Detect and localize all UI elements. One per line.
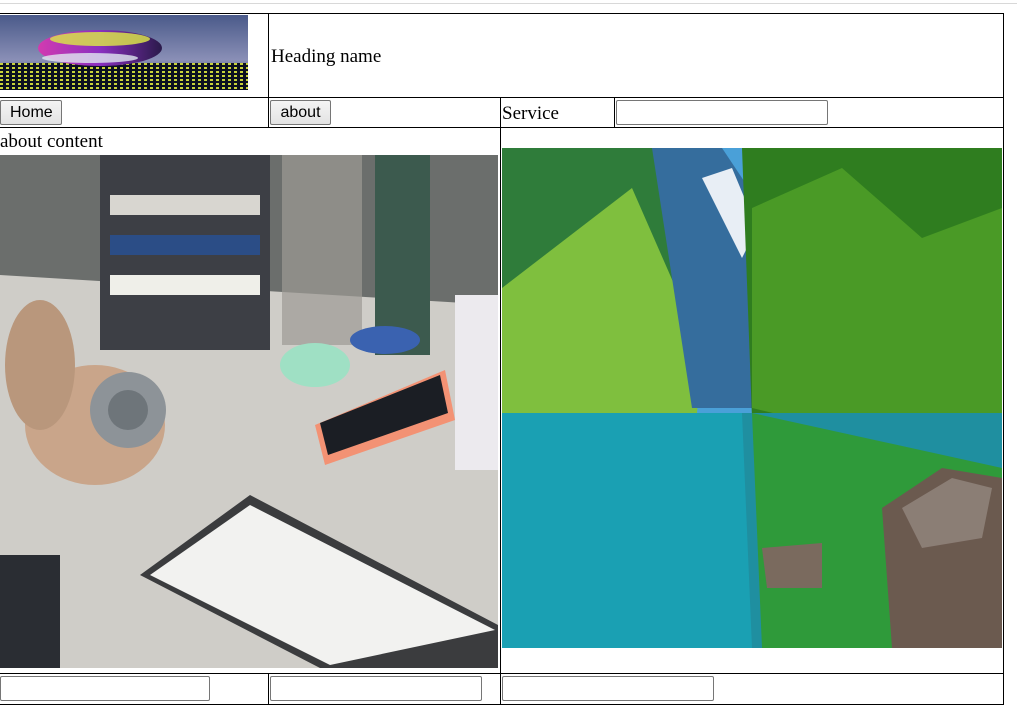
service-input[interactable] (616, 100, 828, 125)
about-content-heading: about content (0, 131, 103, 152)
footer-input-1[interactable] (0, 676, 210, 701)
abstract-disc-logo-icon (0, 15, 248, 90)
page-title: Heading name (271, 46, 382, 67)
mountain-lake-forest-photo (502, 148, 1002, 648)
footer-input-2[interactable] (270, 676, 482, 701)
home-button[interactable]: Home (0, 100, 62, 125)
footer-input-3[interactable] (502, 676, 714, 701)
about-button[interactable]: about (270, 100, 331, 125)
desk-headphones-keyboard-photo (0, 155, 498, 668)
window-top-border (0, 0, 1017, 4)
service-label: Service (502, 103, 559, 124)
